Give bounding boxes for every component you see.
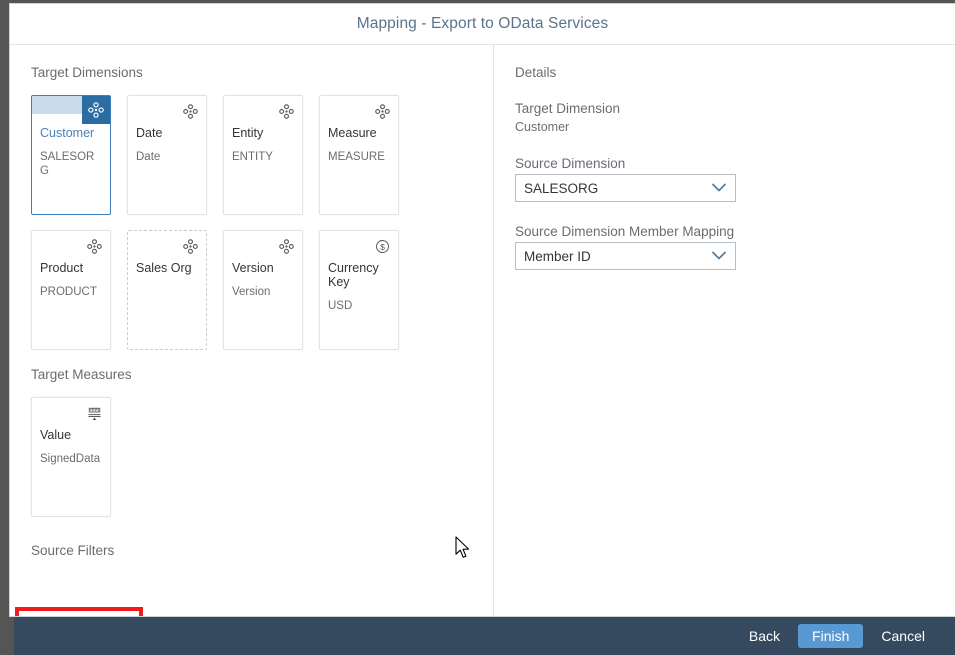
source-filters-heading: Source Filters <box>31 543 115 558</box>
svg-text:$: $ <box>380 242 385 251</box>
tile-subtitle: Date <box>136 151 161 163</box>
tile-title: Measure <box>328 126 377 140</box>
finish-button[interactable]: Finish <box>798 624 864 648</box>
tile-date[interactable]: Date Date <box>127 95 207 215</box>
tile-subtitle: SALESORG <box>40 151 95 177</box>
tile-subtitle: MEASURE <box>328 151 385 163</box>
target-measures-heading: Target Measures <box>31 367 132 382</box>
tile-customer[interactable]: Customer SALESORG <box>31 95 111 215</box>
target-dimensions-grid: Customer SALESORG Date Date Entity ENTITY Meas… <box>31 95 493 365</box>
tile-title: Customer <box>40 126 95 140</box>
tile-title: Product <box>40 261 84 275</box>
tile-sales-org[interactable]: Sales Org <box>127 230 207 350</box>
add-filter-annotation-box: + Add Filter <box>15 607 143 616</box>
tile-subtitle: PRODUCT <box>40 286 97 298</box>
dialog-header: Mapping - Export to OData Services <box>10 4 955 45</box>
tile-subtitle: ENTITY <box>232 151 273 163</box>
member-mapping-label: Source Dimension Member Mapping <box>515 224 735 239</box>
details-pane: Details Target Dimension Customer Source… <box>494 45 955 616</box>
dimension-icon <box>275 235 297 257</box>
tile-product[interactable]: Product PRODUCT <box>31 230 111 350</box>
member-mapping-select[interactable]: Member ID <box>515 242 736 270</box>
source-dimension-label: Source Dimension <box>515 156 626 171</box>
dialog-body: Target Dimensions Customer SALESORG Date Da… <box>10 45 955 616</box>
dimension-icon <box>179 235 201 257</box>
currency-icon: $ <box>371 235 393 257</box>
chevron-down-icon <box>712 183 726 193</box>
tile-subtitle: Version <box>232 286 271 298</box>
dimension-icon <box>82 96 110 124</box>
dimension-icon <box>371 100 393 122</box>
tile-subtitle: USD <box>328 300 353 312</box>
chevron-down-icon <box>712 251 726 261</box>
cancel-button[interactable]: Cancel <box>867 624 939 648</box>
tile-subtitle: SignedData <box>40 453 101 465</box>
member-mapping-selected-value: Member ID <box>524 248 591 264</box>
mapping-dialog: Mapping - Export to OData Services Targe… <box>9 3 955 617</box>
dimension-icon <box>179 100 201 122</box>
target-measures-grid: Value SignedData <box>31 397 493 532</box>
measure-icon <box>83 402 105 424</box>
target-dimension-value: Customer <box>515 120 570 134</box>
tile-title: Currency Key <box>328 261 379 289</box>
tile-title: Sales Org <box>136 261 192 275</box>
target-dimension-label: Target Dimension <box>515 101 621 116</box>
dialog-footer: Back Finish Cancel <box>14 617 955 655</box>
tile-title: Value <box>40 428 72 442</box>
details-heading: Details <box>515 65 557 80</box>
tile-measure[interactable]: Measure MEASURE <box>319 95 399 215</box>
tile-title: Entity <box>232 126 264 140</box>
tile-value[interactable]: Value SignedData <box>31 397 111 517</box>
tile-currency-key[interactable]: $ Currency Key USD <box>319 230 399 350</box>
dimension-icon <box>275 100 297 122</box>
dimension-icon <box>83 235 105 257</box>
source-dimension-selected-value: SALESORG <box>524 180 599 196</box>
tile-title: Date <box>136 126 163 140</box>
target-dimensions-heading: Target Dimensions <box>31 65 143 80</box>
tile-entity[interactable]: Entity ENTITY <box>223 95 303 215</box>
tile-version[interactable]: Version Version <box>223 230 303 350</box>
source-dimension-select[interactable]: SALESORG <box>515 174 736 202</box>
back-button[interactable]: Back <box>735 624 794 648</box>
left-pane: Target Dimensions Customer SALESORG Date Da… <box>10 45 494 616</box>
tile-title: Version <box>232 261 274 275</box>
dialog-title: Mapping - Export to OData Services <box>356 15 609 32</box>
